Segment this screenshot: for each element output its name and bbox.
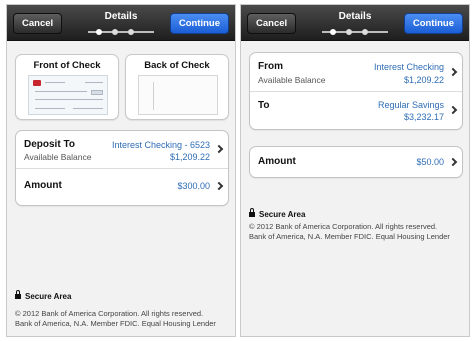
progress-dot: [112, 29, 118, 35]
chevron-right-icon: [448, 157, 458, 167]
footer-fdic: Bank of America, N.A. Member FDIC. Equal…: [249, 232, 450, 241]
to-balance-value: $3,232.17: [403, 112, 444, 122]
lock-icon: [15, 290, 21, 299]
check-line: [85, 82, 103, 83]
from-label: From: [258, 61, 283, 72]
available-balance-value: $1,209.22: [403, 75, 444, 85]
check-line: [35, 108, 65, 109]
progress-dot: [346, 29, 352, 35]
chevron-right-icon: [448, 67, 458, 77]
progress-dot-current: [330, 29, 336, 35]
transfer-accounts-group: From Available Balance Interest Checking…: [249, 52, 463, 130]
footer-copyright: © 2012 Bank of America Corporation. All …: [249, 222, 438, 231]
deposit-to-label: Deposit To: [24, 139, 75, 150]
deposit-details-group: Deposit To Available Balance Interest Ch…: [15, 130, 229, 206]
content-area: From Available Balance Interest Checking…: [241, 42, 469, 336]
secure-area-text: Secure Area: [25, 292, 72, 301]
amount-value: $300.00: [177, 181, 210, 191]
check-front-thumbnail: [28, 75, 108, 115]
secure-area-label: Secure Area: [15, 290, 72, 301]
progress-dot-current: [96, 29, 102, 35]
footer-copyright: © 2012 Bank of America Corporation. All …: [15, 309, 204, 318]
secure-area-text: Secure Area: [259, 210, 306, 219]
back-of-check-card[interactable]: Back of Check: [125, 54, 229, 120]
available-balance-label: Available Balance: [24, 152, 92, 162]
continue-button[interactable]: Continue: [169, 13, 229, 34]
deposit-to-row[interactable]: Deposit To Available Balance Interest Ch…: [16, 131, 228, 169]
to-label: To: [258, 100, 270, 111]
front-of-check-card[interactable]: Front of Check: [15, 54, 119, 120]
from-account-value: Interest Checking: [373, 62, 444, 72]
from-row[interactable]: From Available Balance Interest Checking…: [250, 53, 462, 92]
available-balance-value: $1,209.22: [169, 152, 210, 162]
screenshot-stage: Cancel Details Continue Front of Check B…: [0, 0, 474, 341]
content-area: Front of Check Back of Check Deposit To …: [7, 42, 235, 336]
continue-button[interactable]: Continue: [403, 13, 463, 34]
check-line: [73, 108, 103, 109]
secure-area-label: Secure Area: [249, 208, 306, 219]
check-amount-box: [91, 90, 103, 95]
to-account-value: Regular Savings: [377, 100, 444, 110]
check-endorse-line: [153, 82, 154, 110]
amount-group: Amount $50.00: [249, 146, 463, 178]
nav-bar: Cancel Details Continue: [241, 5, 469, 41]
check-line: [35, 99, 103, 100]
footer-fdic: Bank of America, N.A. Member FDIC. Equal…: [15, 319, 216, 328]
check-line: [35, 91, 87, 92]
progress-dot: [362, 29, 368, 35]
progress-dot: [128, 29, 134, 35]
footer-legal: © 2012 Bank of America Corporation. All …: [15, 309, 229, 329]
transfer-screen: Cancel Details Continue From Available B…: [240, 4, 470, 337]
back-of-check-label: Back of Check: [144, 60, 210, 71]
step-progress-indicator: [88, 29, 154, 35]
check-back-thumbnail: [138, 75, 218, 115]
chevron-right-icon: [214, 181, 224, 191]
amount-row[interactable]: Amount $300.00: [16, 169, 228, 205]
nav-bar: Cancel Details Continue: [7, 5, 235, 41]
deposit-account-value: Interest Checking - 6523: [111, 140, 210, 150]
deposit-screen: Cancel Details Continue Front of Check B…: [6, 4, 236, 337]
to-row[interactable]: To Regular Savings $3,232.17: [250, 92, 462, 129]
available-balance-label: Available Balance: [258, 75, 326, 85]
amount-row[interactable]: Amount $50.00: [250, 147, 462, 177]
footer-legal: © 2012 Bank of America Corporation. All …: [249, 222, 463, 242]
lock-icon: [249, 208, 255, 217]
front-of-check-label: Front of Check: [33, 60, 101, 71]
chevron-right-icon: [214, 144, 224, 154]
amount-value: $50.00: [416, 157, 444, 167]
bank-logo-icon: [33, 80, 41, 86]
chevron-right-icon: [448, 105, 458, 115]
amount-label: Amount: [258, 156, 296, 167]
check-line: [45, 82, 65, 83]
step-progress-indicator: [322, 29, 388, 35]
amount-label: Amount: [24, 180, 62, 191]
